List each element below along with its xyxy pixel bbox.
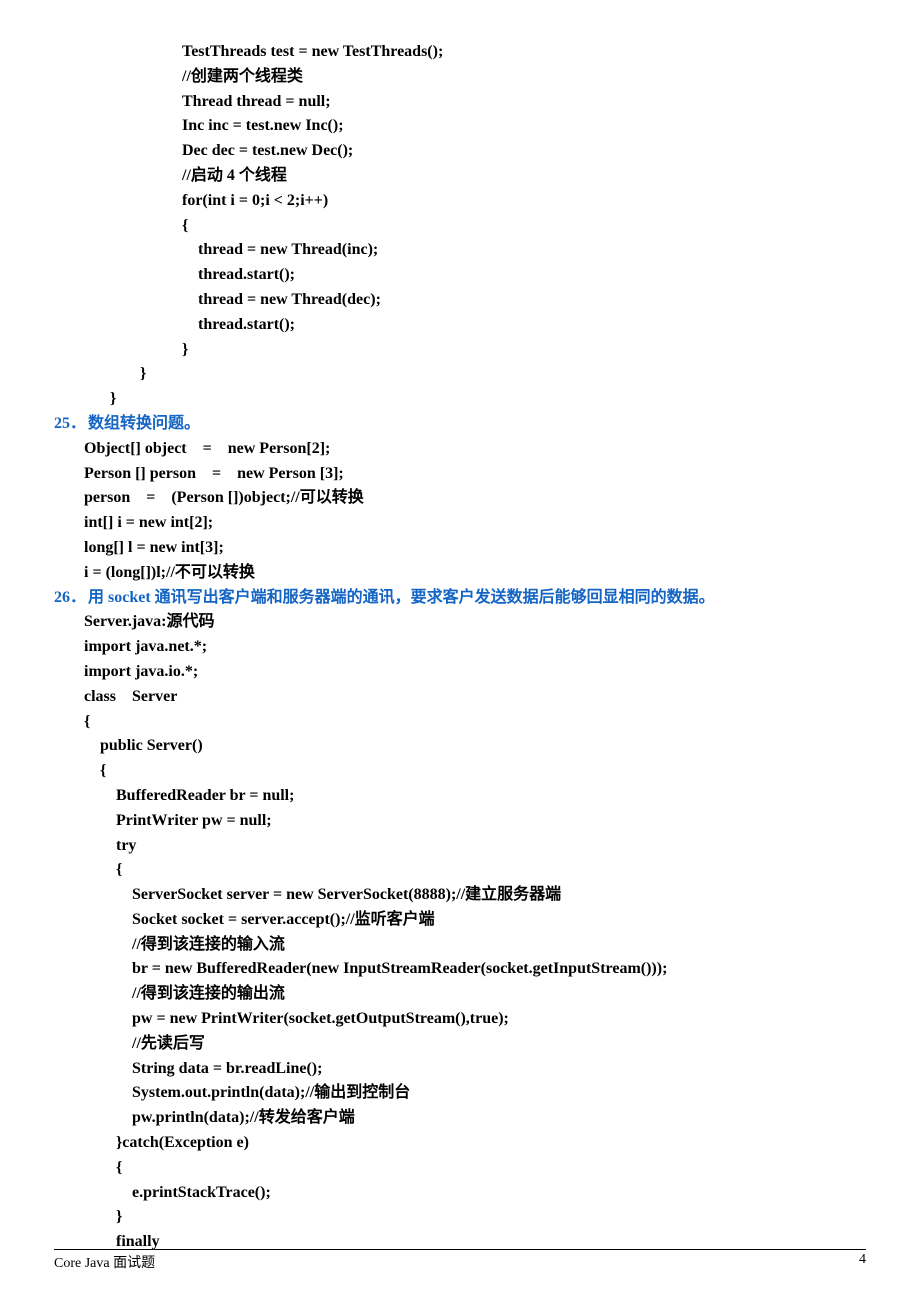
- code-line: TestThreads test = new TestThreads();: [54, 40, 866, 65]
- code-line: pw.println(data);//转发给客户端: [54, 1106, 866, 1131]
- code-line: int[] i = new int[2];: [54, 511, 866, 536]
- code-line: }: [54, 387, 866, 412]
- code-line: //创建两个线程类: [54, 65, 866, 90]
- code-line: import java.io.*;: [54, 660, 866, 685]
- code-line: Inc inc = test.new Inc();: [54, 114, 866, 139]
- code-line: }: [54, 1205, 866, 1230]
- code-line: //得到该连接的输入流: [54, 933, 866, 958]
- code-line: Dec dec = test.new Dec();: [54, 139, 866, 164]
- code-line: long[] l = new int[3];: [54, 536, 866, 561]
- code-line: //得到该连接的输出流: [54, 982, 866, 1007]
- code-line: {: [54, 710, 866, 735]
- code-line: }catch(Exception e): [54, 1131, 866, 1156]
- code-line: thread.start();: [54, 263, 866, 288]
- document-page: TestThreads test = new TestThreads(); //…: [0, 0, 920, 1302]
- code-line: e.printStackTrace();: [54, 1181, 866, 1206]
- code-line: Object[] object = new Person[2];: [54, 437, 866, 462]
- page-footer: Core Java 面试题 4: [54, 1249, 866, 1272]
- code-line: ServerSocket server = new ServerSocket(8…: [54, 883, 866, 908]
- heading-26: 26．用 socket 通讯写出客户端和服务器端的通讯，要求客户发送数据后能够回…: [54, 586, 866, 611]
- code-line: Socket socket = server.accept();//监听客户端: [54, 908, 866, 933]
- code-line: {: [54, 759, 866, 784]
- code-line: Thread thread = null;: [54, 90, 866, 115]
- code-line: }: [54, 362, 866, 387]
- code-line: //启动 4 个线程: [54, 164, 866, 189]
- code-line: public Server(): [54, 734, 866, 759]
- code-line: import java.net.*;: [54, 635, 866, 660]
- code-line: //先读后写: [54, 1032, 866, 1057]
- code-line: person = (Person [])object;//可以转换: [54, 486, 866, 511]
- page-number: 4: [859, 1252, 866, 1272]
- code-line: try: [54, 834, 866, 859]
- code-line: i = (long[])l;//不可以转换: [54, 561, 866, 586]
- code-line: br = new BufferedReader(new InputStreamR…: [54, 957, 866, 982]
- code-line: }: [54, 338, 866, 363]
- code-line: class Server: [54, 685, 866, 710]
- code-line: Server.java:源代码: [54, 610, 866, 635]
- code-line: BufferedReader br = null;: [54, 784, 866, 809]
- code-line: for(int i = 0;i < 2;i++): [54, 189, 866, 214]
- code-line: pw = new PrintWriter(socket.getOutputStr…: [54, 1007, 866, 1032]
- code-line: thread = new Thread(dec);: [54, 288, 866, 313]
- heading-number: 26．: [54, 586, 88, 611]
- code-line: {: [54, 1156, 866, 1181]
- code-line: Person [] person = new Person [3];: [54, 462, 866, 487]
- heading-text: 用 socket 通讯写出客户端和服务器端的通讯，要求客户发送数据后能够回显相同…: [88, 589, 715, 606]
- code-line: {: [54, 858, 866, 883]
- code-line: PrintWriter pw = null;: [54, 809, 866, 834]
- heading-number: 25．: [54, 412, 88, 437]
- heading-text: 数组转换问题。: [88, 415, 200, 432]
- code-line: {: [54, 214, 866, 239]
- code-line: String data = br.readLine();: [54, 1057, 866, 1082]
- footer-title: Core Java 面试题: [54, 1252, 155, 1272]
- code-line: thread.start();: [54, 313, 866, 338]
- code-line: thread = new Thread(inc);: [54, 238, 866, 263]
- code-line: System.out.println(data);//输出到控制台: [54, 1081, 866, 1106]
- heading-25: 25．数组转换问题。: [54, 412, 866, 437]
